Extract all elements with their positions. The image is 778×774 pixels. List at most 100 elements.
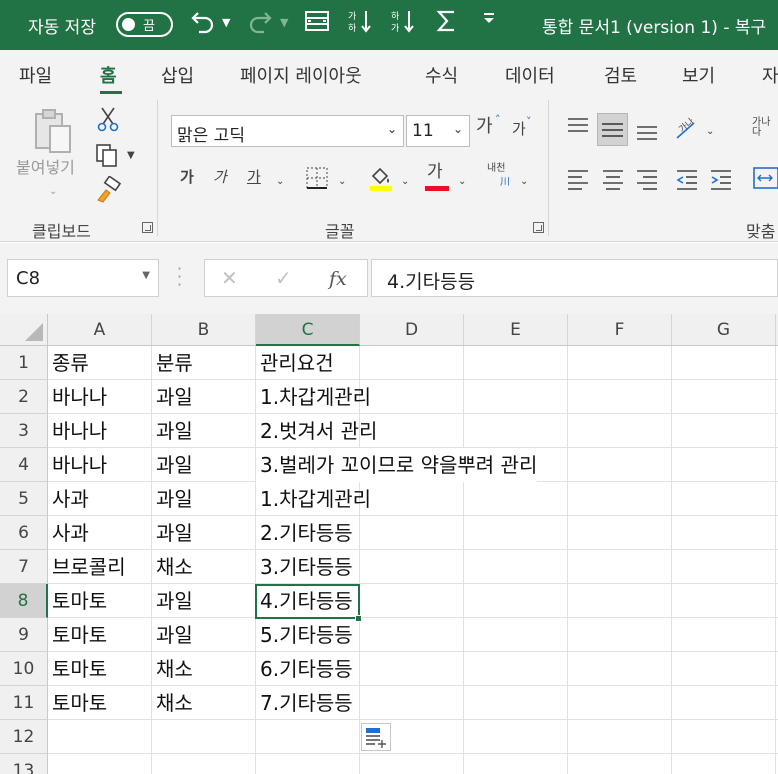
cell-b9[interactable]: 과일 xyxy=(152,618,193,652)
paste-button-label[interactable]: 붙여넣기 xyxy=(16,160,75,176)
phonetic-dropdown-icon[interactable]: ⌄ xyxy=(520,176,528,187)
tab-insert[interactable]: 삽입 xyxy=(161,62,194,88)
column-header-a[interactable]: A xyxy=(48,314,152,346)
cell-b6[interactable]: 과일 xyxy=(152,516,193,550)
phonetic-guide-button[interactable]: 내천 xyxy=(487,164,505,174)
formula-input[interactable]: 4.기타등등 xyxy=(371,259,778,297)
select-all-button[interactable] xyxy=(0,314,48,346)
insert-function-button[interactable]: fx xyxy=(329,268,347,290)
align-center-icon[interactable] xyxy=(601,168,625,190)
cell-a4[interactable]: 바나나 xyxy=(48,448,107,482)
underline-button[interactable]: 가 xyxy=(247,170,261,185)
tab-home[interactable]: 홈 xyxy=(100,62,117,88)
column-header-f[interactable]: F xyxy=(568,314,672,346)
row-header[interactable]: 1 xyxy=(0,346,48,380)
row-header[interactable]: 6 xyxy=(0,516,48,550)
row-header[interactable]: 2 xyxy=(0,380,48,414)
cell-b11[interactable]: 채소 xyxy=(152,686,193,720)
customize-qat-icon[interactable] xyxy=(478,8,500,42)
cell-c2[interactable]: 1.차갑게관리 xyxy=(256,380,371,414)
sort-ascending-icon[interactable]: 가하 xyxy=(345,8,375,42)
redo-icon[interactable] xyxy=(245,8,275,42)
row-header[interactable]: 4 xyxy=(0,448,48,482)
cell-b1[interactable]: 분류 xyxy=(152,346,193,380)
cell-c11[interactable]: 7.기타등등 xyxy=(256,686,353,720)
cell-a1[interactable]: 종류 xyxy=(48,346,89,380)
clipboard-launcher-icon[interactable] xyxy=(142,222,153,233)
column-header-c[interactable]: C xyxy=(256,314,360,346)
cell-b7[interactable]: 채소 xyxy=(152,550,193,584)
row-header[interactable]: 13 xyxy=(0,754,48,774)
cell-b3[interactable]: 과일 xyxy=(152,414,193,448)
fill-handle[interactable] xyxy=(355,615,362,622)
column-header-g[interactable]: G xyxy=(672,314,776,346)
cell-c7[interactable]: 3.기타등등 xyxy=(256,550,353,584)
tab-data[interactable]: 데이터 xyxy=(505,62,555,88)
row-header[interactable]: 3 xyxy=(0,414,48,448)
column-header-d[interactable]: D xyxy=(360,314,464,346)
paste-dropdown-icon[interactable]: ⌄ xyxy=(49,186,57,197)
undo-dropdown-icon[interactable]: ▼ xyxy=(222,16,230,29)
font-name-select[interactable]: 맑은 고딕 ⌄ xyxy=(171,115,404,147)
cell-b4[interactable]: 과일 xyxy=(152,448,193,482)
row-header[interactable]: 12 xyxy=(0,720,48,754)
cell-a6[interactable]: 사과 xyxy=(48,516,89,550)
row-header-selected[interactable]: 8 xyxy=(0,584,48,618)
cell-a9[interactable]: 토마토 xyxy=(48,618,107,652)
decrease-font-size-button[interactable]: 가 xyxy=(512,122,526,137)
cell-a5[interactable]: 사과 xyxy=(48,482,89,516)
cell-a3[interactable]: 바나나 xyxy=(48,414,107,448)
row-header[interactable]: 7 xyxy=(0,550,48,584)
tab-review[interactable]: 검토 xyxy=(604,62,637,88)
align-top-icon[interactable] xyxy=(566,116,590,136)
align-right-icon[interactable] xyxy=(635,168,659,190)
cell-b5[interactable]: 과일 xyxy=(152,482,193,516)
underline-dropdown-icon[interactable]: ⌄ xyxy=(276,176,284,187)
align-middle-button[interactable] xyxy=(597,113,628,146)
cell-b8[interactable]: 과일 xyxy=(152,584,193,618)
column-header-b[interactable]: B xyxy=(152,314,256,346)
redo-dropdown-icon[interactable]: ▼ xyxy=(280,16,288,29)
borders-dropdown-icon[interactable]: ⌄ xyxy=(338,176,346,187)
font-launcher-icon[interactable] xyxy=(533,222,544,233)
cell-c1[interactable]: 관리요건 xyxy=(256,346,334,380)
fill-color-icon[interactable] xyxy=(368,164,394,192)
tab-view[interactable]: 보기 xyxy=(682,62,715,88)
cell-a2[interactable]: 바나나 xyxy=(48,380,107,414)
cell-a7[interactable]: 브로콜리 xyxy=(48,550,126,584)
row-header[interactable]: 10 xyxy=(0,652,48,686)
format-painter-icon[interactable] xyxy=(94,175,122,204)
form-icon[interactable] xyxy=(302,8,332,42)
cell-c10[interactable]: 6.기타등등 xyxy=(256,652,353,686)
wrap-text-button[interactable]: 가나다 xyxy=(752,118,778,138)
copy-dropdown-icon[interactable]: ▼ xyxy=(127,150,135,161)
sort-descending-icon[interactable]: 하가 xyxy=(388,8,418,42)
align-bottom-icon[interactable] xyxy=(635,122,659,142)
undo-icon[interactable] xyxy=(188,8,218,42)
increase-indent-icon[interactable] xyxy=(709,168,733,190)
row-header[interactable]: 9 xyxy=(0,618,48,652)
align-left-icon[interactable] xyxy=(566,168,590,190)
cell-a11[interactable]: 토마토 xyxy=(48,686,107,720)
tab-page-layout[interactable]: 페이지 레이아웃 xyxy=(240,62,362,88)
decrease-indent-icon[interactable] xyxy=(675,168,699,190)
autosave-toggle[interactable]: 끔 xyxy=(116,12,173,37)
tab-formulas[interactable]: 수식 xyxy=(425,62,458,88)
increase-font-size-button[interactable]: 가 xyxy=(476,118,493,136)
cell-c5[interactable]: 1.차갑게관리 xyxy=(256,482,371,516)
cell-a8[interactable]: 토마토 xyxy=(48,584,107,618)
autosum-icon[interactable] xyxy=(432,8,462,42)
column-header-e[interactable]: E xyxy=(464,314,568,346)
merge-center-icon[interactable] xyxy=(752,166,778,190)
italic-button[interactable]: 가 xyxy=(213,170,227,185)
font-color-button[interactable]: 가 xyxy=(427,164,443,181)
enter-icon[interactable]: ✓ xyxy=(275,266,292,290)
bold-button[interactable]: 가 xyxy=(180,170,194,185)
name-box[interactable]: C8 ▼ xyxy=(7,259,159,297)
borders-icon[interactable] xyxy=(305,166,329,190)
cell-c6[interactable]: 2.기타등등 xyxy=(256,516,353,550)
font-size-select[interactable]: 11 ⌄ xyxy=(406,115,470,147)
cut-icon[interactable] xyxy=(96,106,120,132)
cell-c4[interactable]: 3.벌레가 꼬이므로 약을뿌려 관리 xyxy=(256,448,538,482)
font-color-dropdown-icon[interactable]: ⌄ xyxy=(458,176,466,187)
